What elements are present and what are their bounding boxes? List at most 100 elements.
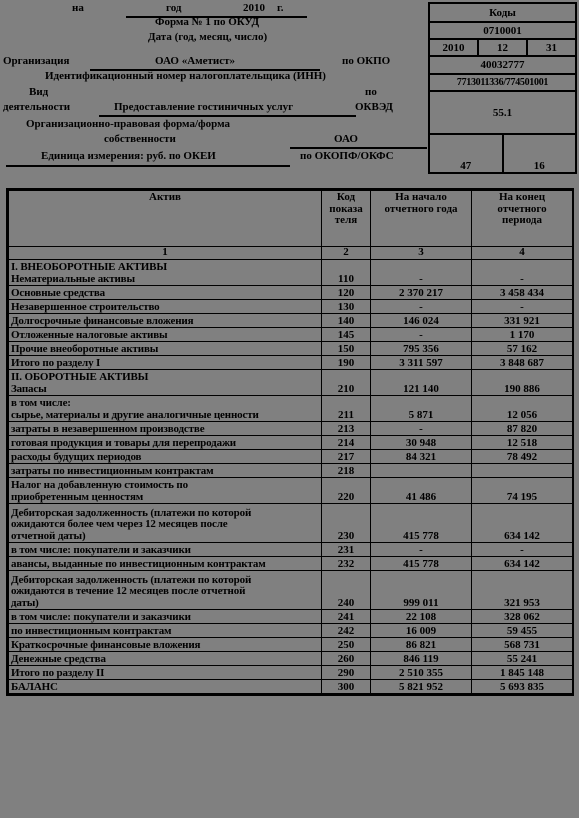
row-begin-of-year-value: 846 119 <box>370 651 472 666</box>
row-label-line: авансы, выданные по инвестиционным контр… <box>11 557 266 570</box>
row-asset-label: авансы, выданные по инвестиционным контр… <box>8 556 322 571</box>
row-code-value: 211 <box>321 395 371 422</box>
codes-okopf-okfs-row: 47 16 <box>430 135 575 174</box>
row-label-line: в том числе: покупатели и заказчики <box>11 610 191 623</box>
column-header-asset: Актив <box>8 190 322 247</box>
table-row: Итого по разделу I 190 3 311 597 3 848 687 <box>8 355 573 370</box>
form-code-line: Форма № 1 по ОКУД <box>155 16 260 28</box>
row-end-of-period-value: 634 142 <box>471 556 573 571</box>
row-begin-of-year-value: 30 948 <box>370 435 472 450</box>
table-row: затраты в незавершенном производстве 213-… <box>8 421 573 436</box>
column-header-begin-line2: отчетного года <box>384 202 458 215</box>
row-asset-label: БАЛАНС <box>8 679 322 694</box>
table-row: Незавершенное строительство 130- - <box>8 299 573 314</box>
table-row: Основные средства 120 2 370 217 3 458 434 <box>8 285 573 300</box>
column-number-4: 4 <box>471 246 573 260</box>
table-row: БАЛАНС 300 5 821 952 5 693 835 <box>8 679 573 694</box>
period-year-label: год <box>166 2 182 14</box>
row-end-of-period-value: 190 886 <box>471 369 573 396</box>
row-label-line: Денежные средства <box>11 652 106 665</box>
okopf-okfs-label: по ОКОПФ/ОКФС <box>300 150 394 162</box>
column-number-2: 2 <box>321 246 371 260</box>
row-begin-of-year-value: 415 778 <box>370 503 472 543</box>
column-header-end-line3: периода <box>502 214 542 226</box>
table-row: в том числе: сырье, материалы и другие ан… <box>8 395 573 422</box>
row-end-of-period-value: 328 062 <box>471 609 573 624</box>
row-code-value: 214 <box>321 435 371 450</box>
activity-label-line2: деятельности <box>3 101 71 113</box>
row-end-of-period-value: 568 731 <box>471 637 573 652</box>
row-code-value: 220 <box>321 477 371 504</box>
row-asset-label: Краткосрочные финансовые вложения <box>8 637 322 652</box>
row-code-value: 218 <box>321 463 371 478</box>
date-year-value: 2010 <box>430 40 479 55</box>
row-asset-label: по инвестиционным контрактам <box>8 623 322 638</box>
row-end-of-period-value: 57 162 <box>471 341 573 356</box>
row-label-line: в том числе: <box>11 397 71 409</box>
row-label-line: по инвестиционным контрактам <box>11 624 172 637</box>
row-asset-label: Основные средства <box>8 285 322 300</box>
legal-form-underline <box>290 147 427 149</box>
row-label-line: даты) <box>11 596 39 609</box>
codes-okved-row: 55.1 <box>430 92 575 135</box>
row-end-of-period-value: 59 455 <box>471 623 573 638</box>
column-header-begin-line1: На начало <box>395 191 447 203</box>
row-begin-of-year-value: - <box>370 327 472 342</box>
organization-label: Организация <box>3 55 70 67</box>
inn-value: 7713011336/774501001 <box>456 77 549 88</box>
balance-table-wrapper: Актив Код показа теля На начало отчетног… <box>6 188 574 696</box>
row-begin-of-year-value: 22 108 <box>370 609 472 624</box>
row-begin-of-year-value: 999 011 <box>370 570 472 610</box>
row-label-line: приобретенным ценностям <box>11 490 144 503</box>
row-end-of-period-value: 87 820 <box>471 421 573 436</box>
row-label-line: Долгосрочные финансовые вложения <box>11 314 194 327</box>
row-code-value: 240 <box>321 570 371 610</box>
row-code-value: 130 <box>321 299 371 314</box>
row-asset-label: в том числе: сырье, материалы и другие ан… <box>8 395 322 422</box>
row-label-line: Основные средства <box>11 286 105 299</box>
row-end-of-period-value: 3 848 687 <box>471 355 573 370</box>
table-row: Краткосрочные финансовые вложения 250 86 8… <box>8 637 573 652</box>
table-body: I. ВНЕОБОРОТНЫЕ АКТИВЫ Нематериальные акт… <box>8 259 573 694</box>
row-label-line: Прочие внеоборотные активы <box>11 342 159 355</box>
date-format-line: Дата (год, месяц, число) <box>148 31 268 43</box>
table-row: Отложенные налоговые активы 145-1 170 <box>8 327 573 342</box>
row-asset-label: Незавершенное строительство <box>8 299 322 314</box>
row-asset-label: Отложенные налоговые активы <box>8 327 322 342</box>
row-code-value: 230 <box>321 503 371 543</box>
row-label-line: II. ОБОРОТНЫЕ АКТИВЫ <box>11 371 149 383</box>
row-label-line: затраты в незавершенном производстве <box>11 422 205 435</box>
row-label-line: отчетной даты) <box>11 529 86 542</box>
row-code-value: 190 <box>321 355 371 370</box>
row-begin-of-year-value: 84 321 <box>370 449 472 464</box>
row-begin-of-year-value: 146 024 <box>370 313 472 328</box>
row-code-value: 110 <box>321 259 371 286</box>
activity-underline <box>99 115 356 117</box>
okpo-label: по ОКПО <box>342 55 391 67</box>
row-label-line: ожидаются более чем через 12 месяцев пос… <box>11 518 228 530</box>
row-begin-of-year-value: 415 778 <box>370 556 472 571</box>
balance-sheet-page: на год 2010 г. Форма № 1 по ОКУД Дата (г… <box>0 0 579 818</box>
row-label-line: I. ВНЕОБОРОТНЫЕ АКТИВЫ <box>11 261 167 273</box>
row-end-of-period-value: 331 921 <box>471 313 573 328</box>
balance-table: Актив Код показа теля На начало отчетног… <box>8 190 573 694</box>
okpo-value: 40032777 <box>480 59 525 71</box>
row-code-value: 242 <box>321 623 371 638</box>
row-code-value: 213 <box>321 421 371 436</box>
row-begin-of-year-value: - <box>370 542 472 557</box>
row-code-value: 217 <box>321 449 371 464</box>
row-code-value: 250 <box>321 637 371 652</box>
table-row: Дебиторская задолженность (платежи по ко… <box>8 503 573 543</box>
activity-value: Предоставление гостиничных услуг <box>114 101 294 113</box>
row-label-line: БАЛАНС <box>11 680 58 693</box>
column-number-1: 1 <box>8 246 322 260</box>
row-label-line: Отложенные налоговые активы <box>11 328 168 341</box>
document-header: на год 2010 г. Форма № 1 по ОКУД Дата (г… <box>0 0 579 180</box>
inn-line: Идентификационный номер налогоплательщик… <box>45 70 326 82</box>
row-end-of-period-value: 74 195 <box>471 477 573 504</box>
row-label-line: сырье, материалы и другие аналогичные це… <box>11 408 259 421</box>
row-asset-label: Денежные средства <box>8 651 322 666</box>
row-begin-of-year-value: 3 311 597 <box>370 355 472 370</box>
row-asset-label: Прочие внеоборотные активы <box>8 341 322 356</box>
row-end-of-period-value <box>471 463 573 478</box>
